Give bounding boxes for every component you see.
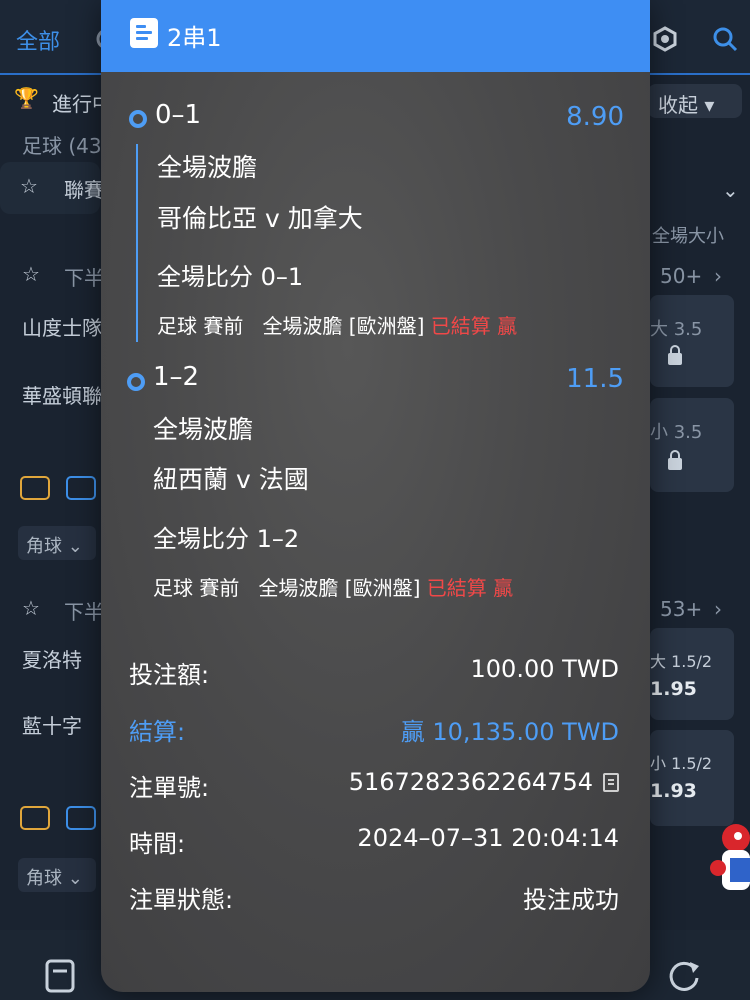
lock-icon	[668, 345, 682, 365]
video-icon[interactable]	[66, 806, 96, 830]
odds-box-under[interactable]: 小 1.5/2 1.93	[650, 730, 734, 826]
settle-status: 已結算	[430, 314, 491, 338]
odds-box-over[interactable]: 大 3.5	[650, 295, 734, 387]
ticket-value-wrap: 5167282362264754	[349, 768, 619, 796]
settlement-value: 贏 10,135.00 TWD	[400, 718, 619, 746]
settle-status: 已結算	[426, 576, 487, 600]
result-badge: 贏	[497, 314, 518, 338]
trophy-icon: 🏆	[14, 86, 39, 110]
team-away: 華盛頓聯	[22, 384, 102, 408]
settings-icon[interactable]	[652, 26, 678, 52]
stake-label: 投注額:	[129, 661, 210, 689]
settlement-label: 結算:	[129, 718, 186, 746]
chevron-down-icon[interactable]: ⌄	[722, 178, 739, 202]
team-away: 藍十字	[22, 714, 82, 738]
leg-connector	[136, 144, 138, 342]
time-row: 時間: 2024–07–31 20:04:14	[101, 824, 650, 864]
tab-all[interactable]: 全部	[16, 24, 60, 56]
odds-box-over[interactable]: 大 1.5/2 1.95	[650, 628, 734, 720]
modal-header: 2串1	[101, 0, 650, 72]
stake-row: 投注額: 100.00 TWD	[101, 655, 650, 695]
leg-marker-icon	[127, 373, 145, 391]
leg-odds: 8.90	[566, 102, 624, 132]
copy-icon[interactable]	[603, 773, 619, 792]
leg-score: 1–2	[153, 362, 200, 392]
leg-market: 全場波膽	[153, 415, 254, 444]
leg-market: 全場波膽	[157, 153, 258, 182]
corner-dropdown[interactable]: 角球 ⌄	[18, 858, 96, 892]
team-home: 夏洛特	[22, 648, 82, 672]
modal-title: 2串1	[167, 24, 222, 52]
search-icon[interactable]	[712, 26, 738, 52]
stake-value: 100.00 TWD	[470, 655, 619, 683]
bet-slip-icon[interactable]	[44, 958, 76, 994]
refresh-icon[interactable]	[666, 958, 702, 994]
league-row[interactable]: ☆ 聯賽	[0, 162, 104, 214]
favorite-icon[interactable]: ☆	[22, 262, 40, 286]
ticket-number: 5167282362264754	[348, 768, 593, 796]
odds-box-under[interactable]: 小 3.5	[650, 398, 734, 492]
time-label: 時間:	[129, 830, 186, 858]
match-period: 下半	[64, 266, 104, 290]
result-badge: 贏	[493, 576, 514, 600]
lock-icon	[668, 450, 682, 470]
leg-score: 0–1	[155, 100, 202, 130]
collapse-button[interactable]: 收起 ▾	[648, 84, 742, 118]
favorite-icon[interactable]: ☆	[22, 596, 40, 620]
ticket-row: 注單號: 5167282362264754	[101, 768, 650, 808]
leg-selection: 全場比分 0–1	[157, 263, 304, 291]
more-markets-count[interactable]: 53+	[660, 597, 702, 621]
leg-match: 紐西蘭 v 法國	[153, 465, 309, 494]
leg-odds: 11.5	[566, 364, 624, 394]
settlement-row: 結算: 贏 10,135.00 TWD	[101, 712, 650, 752]
pitch-icon[interactable]	[20, 806, 50, 830]
match-period: 下半	[64, 600, 104, 624]
leg-footer: 足球 賽前 全場波膽 [歐洲盤] 已結算 贏	[153, 576, 514, 600]
sport-count: 足球 (43	[22, 134, 102, 158]
leg-marker-icon	[129, 110, 147, 128]
ticket-label: 注單號:	[129, 774, 210, 802]
video-icon[interactable]	[66, 476, 96, 500]
leg-selection: 全場比分 1–2	[153, 525, 300, 553]
status-row: 注單狀態: 投注成功	[101, 880, 650, 920]
league-label: 聯賽	[64, 178, 104, 202]
pitch-icon[interactable]	[20, 476, 50, 500]
corner-dropdown[interactable]: 角球 ⌄	[18, 526, 96, 560]
team-home: 山度士隊	[22, 316, 102, 340]
total-column-label: 全場大小	[652, 226, 724, 247]
leg-match: 哥倫比亞 v 加拿大	[157, 204, 363, 233]
status-value: 投注成功	[523, 886, 619, 914]
status-label: 注單狀態:	[129, 886, 234, 914]
mascot-icon[interactable]	[708, 818, 750, 908]
document-icon	[130, 18, 158, 48]
time-value: 2024–07–31 20:04:14	[357, 824, 619, 852]
more-markets-count[interactable]: 50+	[660, 264, 702, 288]
bet-detail-modal: 2串1 0–1 8.90 全場波膽 哥倫比亞 v 加拿大 全場比分 0–1 足球…	[101, 0, 650, 992]
collapse-label: 收起	[658, 93, 698, 117]
leg-footer: 足球 賽前 全場波膽 [歐洲盤] 已結算 贏	[157, 314, 518, 338]
